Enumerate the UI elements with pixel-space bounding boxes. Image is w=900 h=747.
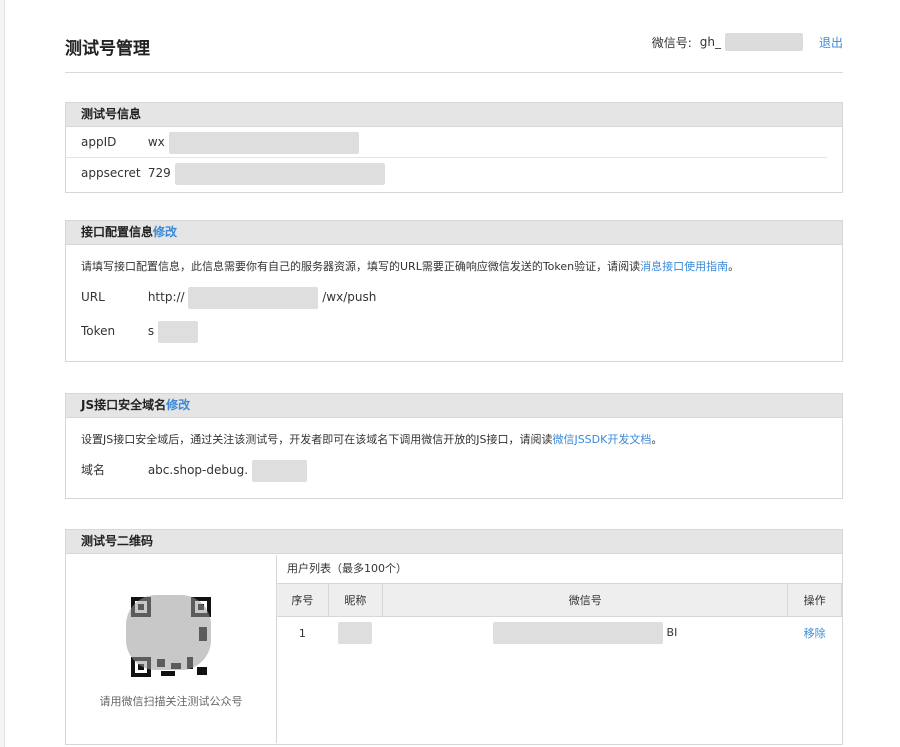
user-table: 序号 昵称 微信号 操作 1 BI 移除 [276,583,842,649]
api-config-note-end: 。 [728,260,740,273]
appsecret-redacted [174,162,385,185]
api-config-heading: 接口配置信息修改 [66,221,842,245]
page-header: 测试号管理 微信号: gh_ 退出 [65,30,843,73]
appsecret-value: 729 [147,166,171,180]
token-redacted [157,320,198,343]
qrcode-caption: 请用微信扫描关注测试公众号 [99,695,243,708]
qrcode-panel: 测试号二维码 请用微信扫描关注测试公众号 用户列表（最多100个） 序号 昵称 … [65,529,843,745]
url-label: URL [81,290,105,304]
token-value: s [147,324,155,338]
account-prefix: gh_ [699,35,721,49]
url-redacted [188,286,319,309]
page: 测试号管理 微信号: gh_ 退出 测试号信息 appID wx appsecr… [4,0,900,747]
test-info-panel: 测试号信息 appID wx appsecret 729 [65,102,843,193]
domain-redacted [251,459,307,482]
account-label: 微信号: [651,35,692,50]
wechat-id-redacted [493,622,664,644]
appsecret-label: appsecret [81,166,141,180]
jssdk-doc-link[interactable]: 微信JSSDK开发文档 [552,433,651,446]
logout-link[interactable]: 退出 [819,34,843,51]
js-domain-title: JS接口安全域名 [81,398,167,412]
api-config-note-text: 请填写接口配置信息，此信息需要你有自己的服务器资源，填写的URL需要正确响应微信… [81,260,641,273]
account-info: 微信号: gh_ 退出 [652,33,843,51]
row-action: 移除 [788,617,842,650]
qrcode-area: 请用微信扫描关注测试公众号 [66,555,277,743]
api-config-edit-link[interactable]: 修改 [153,225,177,239]
appid-row: appID wx [66,127,827,158]
col-wechat-id: 微信号 [382,583,789,617]
url-suffix: /wx/push [322,290,377,304]
api-config-panel: 接口配置信息修改 请填写接口配置信息，此信息需要你有自己的服务器资源，填写的UR… [65,220,843,362]
token-row: Token s [66,314,842,348]
js-domain-note: 设置JS接口安全域后，通过关注该测试号，开发者即可在该域名下调用微信开放的JS接… [66,418,842,453]
user-table-header: 序号 昵称 微信号 操作 [276,583,842,617]
js-domain-panel: JS接口安全域名修改 设置JS接口安全域后，通过关注该测试号，开发者即可在该域名… [65,393,843,499]
col-action: 操作 [787,583,842,617]
api-config-title: 接口配置信息 [81,225,154,239]
col-nickname: 昵称 [327,583,384,617]
js-domain-heading: JS接口安全域名修改 [66,394,842,418]
domain-row: 域名 abc.shop-debug. [66,453,842,487]
js-domain-edit-link[interactable]: 修改 [166,398,190,412]
remove-user-link[interactable]: 移除 [804,627,826,640]
url-prefix: http:// [147,290,185,304]
user-list: 用户列表（最多100个） 序号 昵称 微信号 操作 1 BI 移除 [276,555,842,649]
js-domain-note-text: 设置JS接口安全域后，通过关注该测试号，开发者即可在该域名下调用微信开放的JS接… [81,433,553,446]
nickname-redacted [338,622,373,644]
wechat-id-tail: BI [666,626,678,639]
appsecret-row: appsecret 729 [66,158,842,188]
domain-value: abc.shop-debug. [147,463,249,477]
api-config-guide-link[interactable]: 消息接口使用指南 [640,260,728,273]
account-redacted [724,33,803,51]
appid-label: appID [81,135,117,149]
qrcode-heading: 测试号二维码 [66,530,842,554]
appid-value: wx [147,135,165,149]
token-label: Token [81,324,116,338]
row-wechat-id: BI [383,617,788,650]
appid-redacted [168,131,359,154]
row-index: 1 [298,626,306,640]
api-config-note: 请填写接口配置信息，此信息需要你有自己的服务器资源，填写的URL需要正确响应微信… [66,245,842,280]
col-index: 序号 [276,583,329,617]
row-nickname [328,617,382,650]
url-row: URL http:// /wx/push [66,280,842,314]
user-list-caption: 用户列表（最多100个） [287,562,407,575]
domain-label: 域名 [81,463,106,477]
test-info-heading: 测试号信息 [66,103,842,127]
qrcode-redacted [126,595,211,670]
js-domain-note-end: 。 [651,433,663,446]
page-title: 测试号管理 [65,39,150,59]
table-row: 1 BI 移除 [277,617,842,650]
